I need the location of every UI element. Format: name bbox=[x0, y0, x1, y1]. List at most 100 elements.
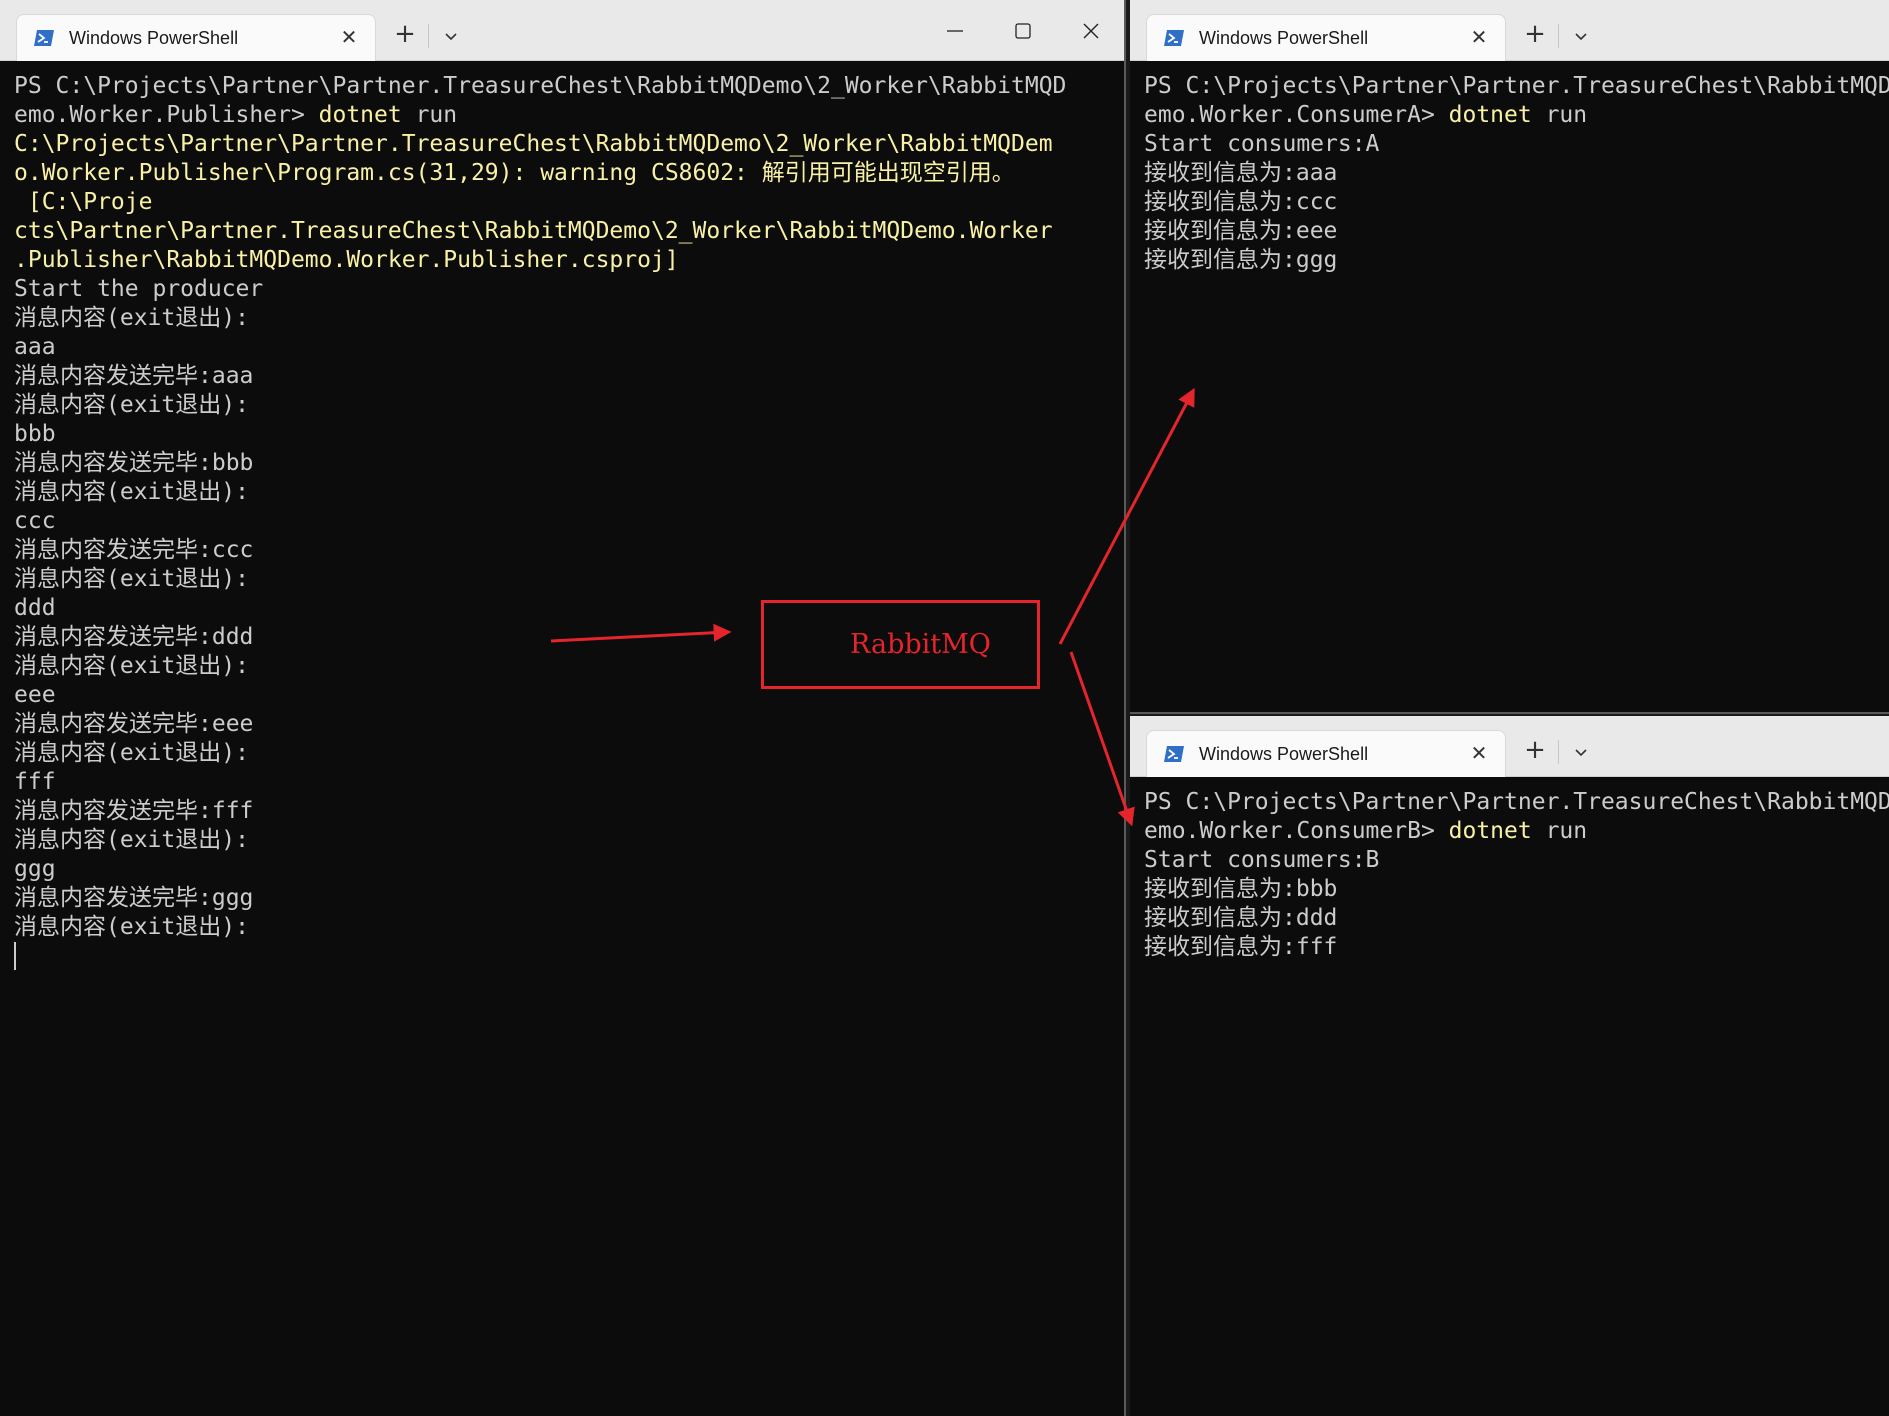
console-text: Start the producer bbox=[14, 276, 264, 302]
console-text: cts\Partner\Partner.TreasureChest\Rabbit… bbox=[14, 218, 1053, 244]
console-line: 接收到信息为:ddd bbox=[1144, 904, 1881, 933]
title-bar[interactable]: Windows PowerShell ✕ + bbox=[1130, 716, 1889, 777]
close-icon[interactable]: ✕ bbox=[1467, 25, 1491, 49]
console-text: 消息内容发送完毕:ddd bbox=[14, 624, 254, 650]
console-line: C:\Projects\Partner\Partner.TreasureChes… bbox=[14, 130, 1116, 159]
tab-windows-powershell[interactable]: Windows PowerShell ✕ bbox=[1146, 14, 1506, 61]
console-line: 消息内容(exit退出): bbox=[14, 565, 1116, 594]
console-text: 消息内容发送完毕:ccc bbox=[14, 537, 254, 563]
console-text: 接收到信息为:ggg bbox=[1144, 247, 1338, 273]
console-line: 消息内容(exit退出): bbox=[14, 826, 1116, 855]
plus-icon[interactable]: + bbox=[390, 20, 420, 50]
divider bbox=[428, 24, 429, 48]
console-text: o.Worker.Publisher\Program.cs(31,29): wa… bbox=[14, 160, 1015, 186]
title-bar[interactable]: Windows PowerShell ✕ + bbox=[1130, 0, 1889, 61]
console-line: aaa bbox=[14, 333, 1116, 362]
divider bbox=[1558, 24, 1559, 48]
console-text: Start consumers:A bbox=[1144, 131, 1380, 157]
console-text: 接收到信息为:aaa bbox=[1144, 160, 1338, 186]
console-text: 消息内容(exit退出): bbox=[14, 305, 249, 331]
console-line: bbb bbox=[14, 420, 1116, 449]
console-text: 接收到信息为:ddd bbox=[1144, 905, 1338, 931]
console-text: eee bbox=[14, 682, 56, 708]
console-text: 消息内容(exit退出): bbox=[14, 566, 249, 592]
console-text: emo.Worker.ConsumerB> bbox=[1144, 818, 1449, 844]
console-line: fff bbox=[14, 768, 1116, 797]
console-text: run bbox=[1531, 102, 1588, 128]
console-output[interactable]: PS C:\Projects\Partner\Partner.TreasureC… bbox=[1144, 72, 1889, 712]
console-line: 接收到信息为:bbb bbox=[1144, 875, 1881, 904]
console-text: 消息内容发送完毕:ggg bbox=[14, 885, 254, 911]
console-text: PS C:\Projects\Partner\Partner.TreasureC… bbox=[1144, 789, 1889, 815]
console-text: emo.Worker.Publisher> bbox=[14, 102, 319, 128]
console-text: 接收到信息为:eee bbox=[1144, 218, 1338, 244]
console-line: 消息内容发送完毕:bbb bbox=[14, 449, 1116, 478]
console-text: 消息内容发送完毕:eee bbox=[14, 711, 254, 737]
tab-windows-powershell[interactable]: Windows PowerShell ✕ bbox=[16, 14, 376, 61]
console-text: 接收到信息为:ccc bbox=[1144, 189, 1338, 215]
tab-title: Windows PowerShell bbox=[69, 28, 239, 48]
powershell-icon bbox=[1164, 746, 1184, 762]
plus-icon[interactable]: + bbox=[1520, 20, 1550, 50]
console-line: 消息内容发送完毕:ccc bbox=[14, 536, 1116, 565]
console-text: run bbox=[1531, 818, 1588, 844]
console-text: Start consumers:B bbox=[1144, 847, 1380, 873]
minimize-icon[interactable] bbox=[935, 14, 975, 48]
console-text: 消息内容(exit退出): bbox=[14, 479, 249, 505]
plus-icon[interactable]: + bbox=[1520, 736, 1550, 766]
console-text: 接收到信息为:fff bbox=[1144, 934, 1338, 960]
console-line: Start consumers:A bbox=[1144, 130, 1881, 159]
console-output[interactable]: PS C:\Projects\Partner\Partner.TreasureC… bbox=[1144, 788, 1889, 1416]
console-text: emo.Worker.ConsumerA> bbox=[1144, 102, 1449, 128]
maximize-icon[interactable] bbox=[1003, 14, 1043, 48]
console-text: run bbox=[401, 102, 458, 128]
console-line: ggg bbox=[14, 855, 1116, 884]
console-output[interactable]: PS C:\Projects\Partner\Partner.TreasureC… bbox=[14, 72, 1116, 1416]
powershell-icon bbox=[34, 30, 54, 46]
console-line: emo.Worker.Publisher> dotnet run bbox=[14, 101, 1116, 130]
console-line: 消息内容(exit退出): bbox=[14, 913, 1116, 942]
console-line: 接收到信息为:fff bbox=[1144, 933, 1881, 962]
title-bar[interactable]: Windows PowerShell ✕ + bbox=[0, 0, 1124, 61]
chevron-down-icon[interactable] bbox=[437, 22, 465, 50]
tab-title: Windows PowerShell bbox=[1199, 28, 1369, 48]
chevron-down-icon[interactable] bbox=[1567, 22, 1595, 50]
console-text: 消息内容(exit退出): bbox=[14, 914, 249, 940]
console-line: 消息内容发送完毕:ggg bbox=[14, 884, 1116, 913]
tab-title: Windows PowerShell bbox=[1199, 744, 1369, 764]
terminal-window-publisher: Windows PowerShell ✕ + PS C:\Projects\Pa… bbox=[0, 0, 1126, 1416]
console-text: 消息内容发送完毕:bbb bbox=[14, 450, 254, 476]
console-text: C:\Projects\Partner\Partner.TreasureChes… bbox=[14, 131, 1053, 157]
tab-windows-powershell[interactable]: Windows PowerShell ✕ bbox=[1146, 730, 1506, 777]
console-text: 消息内容发送完毕:fff bbox=[14, 798, 254, 824]
console-text: PS C:\Projects\Partner\Partner.TreasureC… bbox=[14, 73, 1067, 99]
console-text: ggg bbox=[14, 856, 56, 882]
console-line: 接收到信息为:ggg bbox=[1144, 246, 1881, 275]
close-icon[interactable] bbox=[1071, 14, 1111, 48]
console-line: 消息内容(exit退出): bbox=[14, 391, 1116, 420]
console-line: 消息内容发送完毕:aaa bbox=[14, 362, 1116, 391]
console-text: dotnet bbox=[318, 102, 402, 128]
console-line: 消息内容(exit退出): bbox=[14, 478, 1116, 507]
console-line: emo.Worker.ConsumerB> dotnet run bbox=[1144, 817, 1881, 846]
close-icon[interactable]: ✕ bbox=[1467, 741, 1491, 765]
console-text: 消息内容(exit退出): bbox=[14, 392, 249, 418]
console-line: [C:\Proje bbox=[14, 188, 1116, 217]
console-line: 消息内容(exit退出): bbox=[14, 739, 1116, 768]
console-line: 接收到信息为:ccc bbox=[1144, 188, 1881, 217]
console-line: 消息内容(exit退出): bbox=[14, 304, 1116, 333]
rabbitmq-label: RabbitMQ bbox=[850, 629, 991, 660]
console-input-line[interactable] bbox=[14, 942, 1116, 971]
console-line: emo.Worker.ConsumerA> dotnet run bbox=[1144, 101, 1881, 130]
console-text: ccc bbox=[14, 508, 56, 534]
chevron-down-icon[interactable] bbox=[1567, 738, 1595, 766]
console-text: PS C:\Projects\Partner\Partner.TreasureC… bbox=[1144, 73, 1889, 99]
console-text: 消息内容(exit退出): bbox=[14, 827, 249, 853]
text-cursor bbox=[14, 942, 16, 970]
close-icon[interactable]: ✕ bbox=[337, 25, 361, 49]
console-text: 消息内容(exit退出): bbox=[14, 653, 249, 679]
console-text: aaa bbox=[14, 334, 56, 360]
console-line: PS C:\Projects\Partner\Partner.TreasureC… bbox=[1144, 788, 1889, 817]
console-line: PS C:\Projects\Partner\Partner.TreasureC… bbox=[14, 72, 1116, 101]
console-text: [C:\Proje bbox=[14, 189, 153, 215]
